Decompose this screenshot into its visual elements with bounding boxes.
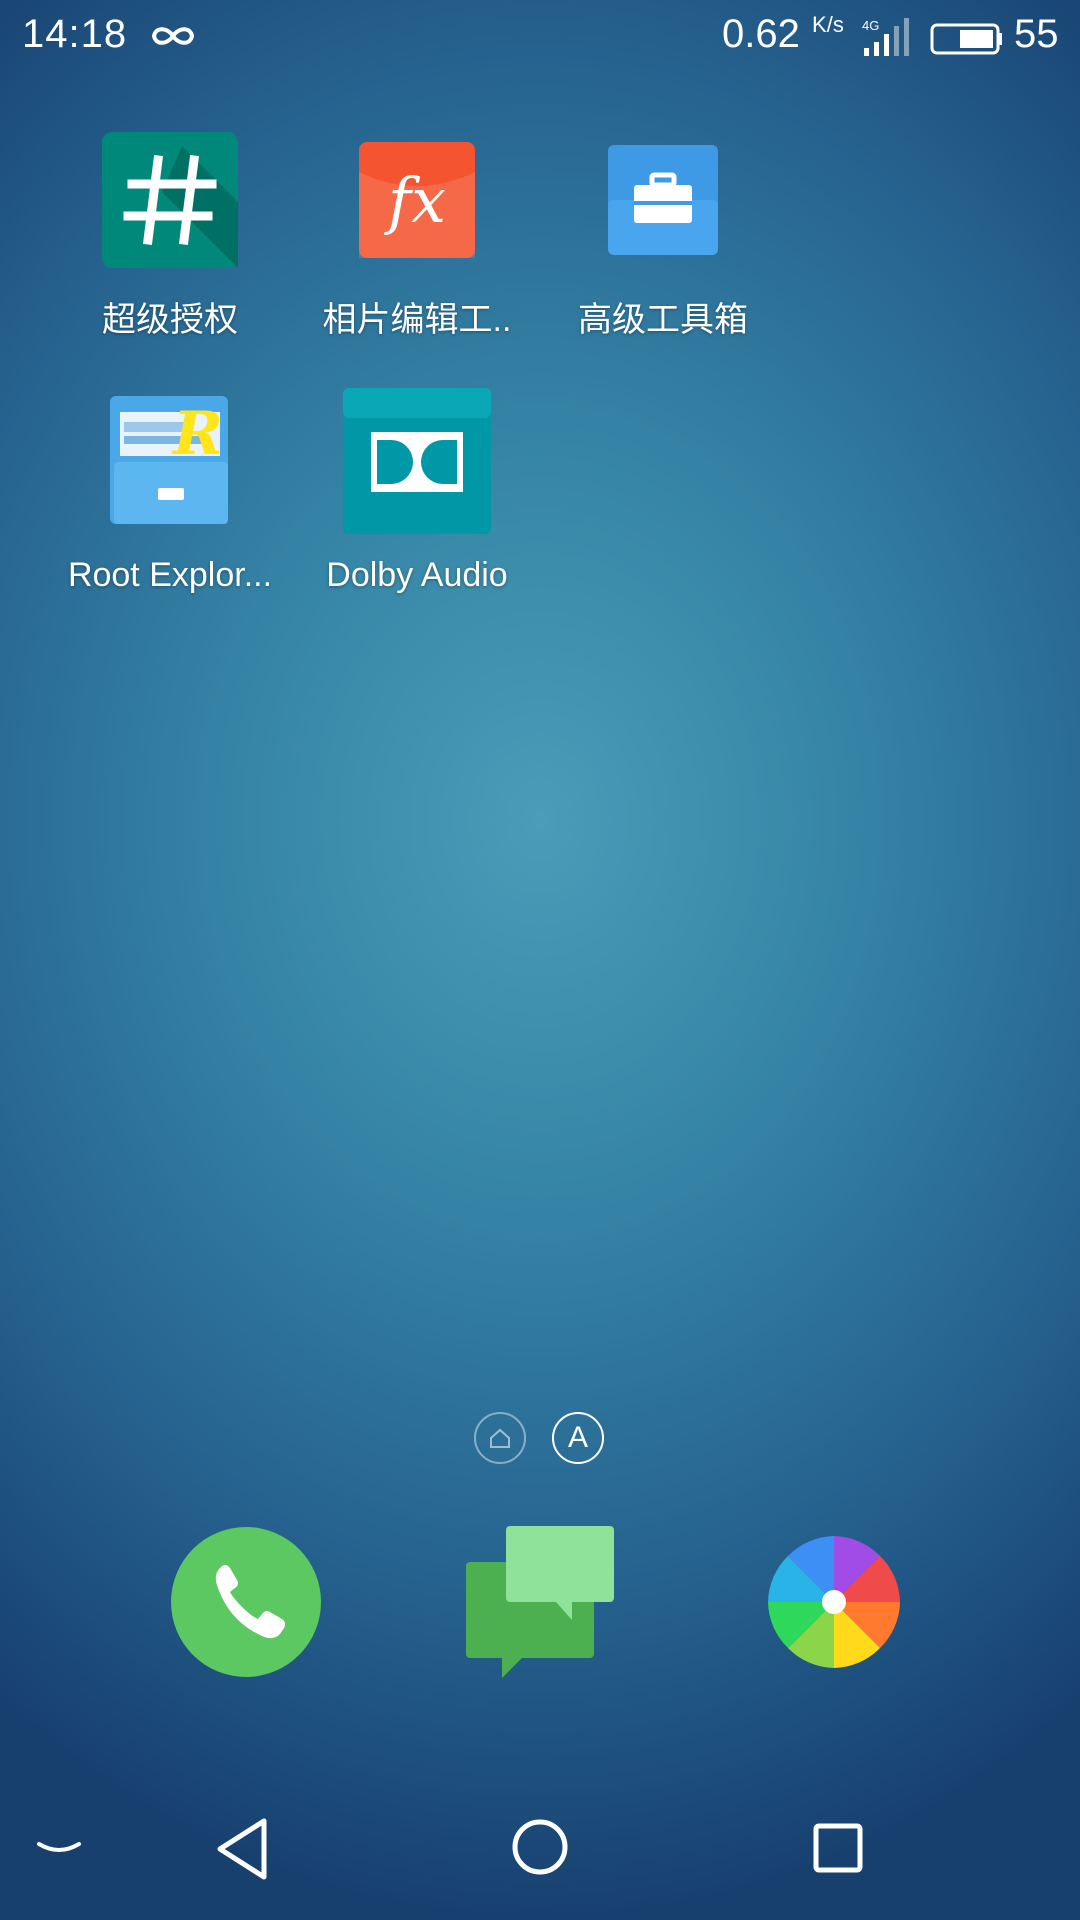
- app-label: Dolby Audio: [326, 556, 508, 594]
- chevron-down-icon[interactable]: [34, 1834, 84, 1869]
- page-indicator-all-apps[interactable]: A: [552, 1412, 604, 1464]
- app-label: 超级授权: [102, 301, 238, 339]
- speed-unit: K/s: [812, 12, 844, 37]
- home-circle-icon[interactable]: [511, 1818, 569, 1881]
- dock-phone[interactable]: [170, 1526, 322, 1683]
- battery-icon: [930, 20, 1004, 61]
- app-dolby-audio[interactable]: Dolby Audio: [297, 388, 537, 608]
- app-toolbox[interactable]: 高级工具箱: [543, 130, 783, 350]
- fx-icon: fx: [359, 142, 475, 263]
- app-label: Root Explor...: [67, 556, 273, 594]
- app-super-auth[interactable]: 超级授权: [50, 130, 290, 350]
- app-label: 高级工具箱: [578, 301, 748, 339]
- status-bar: 14:18 0.62 K/s 4G 55: [0, 0, 1080, 76]
- pinwheel-icon: [768, 1536, 900, 1668]
- recents-icon[interactable]: [812, 1822, 864, 1879]
- svg-text:R: R: [171, 399, 223, 469]
- home-icon: [490, 1428, 510, 1448]
- signal-icon: 4G: [860, 18, 916, 63]
- back-icon[interactable]: [212, 1816, 272, 1887]
- network-speed: 0.62: [722, 12, 800, 56]
- svg-text:4G: 4G: [862, 18, 879, 33]
- page-indicator-home[interactable]: [474, 1412, 526, 1464]
- dock-messages[interactable]: [464, 1524, 616, 1685]
- svg-text:fx: fx: [384, 164, 446, 237]
- phone-icon: [171, 1527, 321, 1677]
- hash-icon: [102, 132, 238, 273]
- app-label: 相片编辑工..: [322, 301, 512, 339]
- infinity-icon: [148, 16, 198, 61]
- battery-level: 55: [1014, 12, 1059, 56]
- toolbox-icon: [608, 145, 718, 260]
- navigation-bar: [0, 1790, 1080, 1920]
- app-root-explorer[interactable]: R Root Explor...: [50, 388, 290, 608]
- dock-gallery[interactable]: [762, 1530, 906, 1679]
- app-photo-editor[interactable]: fx 相片编辑工..: [297, 130, 537, 350]
- file-cabinet-icon: R: [108, 392, 238, 533]
- dolby-icon: [343, 388, 491, 539]
- status-time: 14:18: [22, 12, 128, 56]
- chat-bubbles-icon: [466, 1526, 614, 1678]
